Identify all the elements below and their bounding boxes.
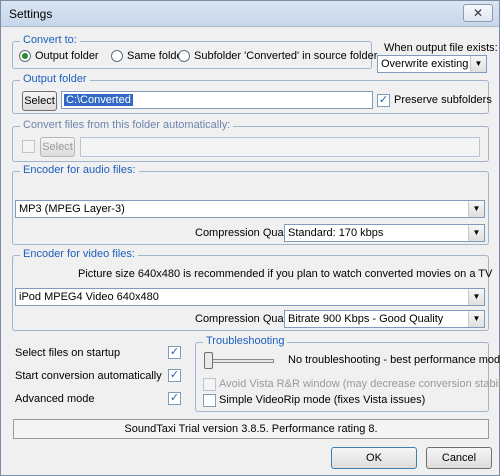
advanced-mode-label[interactable]: Advanced mode [15,393,95,405]
select-on-startup-checkbox[interactable]: ✓ [168,346,181,359]
video-size-hint: Picture size 640x480 is recommended if y… [78,268,493,280]
convert-to-group: Convert to: Output folder Same folder Su… [12,34,377,69]
ok-button[interactable]: OK [331,447,417,469]
video-encoder-group: Encoder for video files: Picture size 64… [12,248,493,331]
troubleshooting-level-text: No troubleshooting - best performance mo… [288,354,500,366]
subfolder-converted-label[interactable]: Subfolder 'Converted' in source folder [194,50,377,62]
video-quality-dropdown[interactable]: Bitrate 900 Kbps - Good Quality ▼ [284,310,485,328]
advanced-mode-checkbox[interactable]: ✓ [168,392,181,405]
select-on-startup-label[interactable]: Select files on startup [15,347,120,359]
output-folder-path-text: C:\Converted [64,94,133,106]
output-folder-legend: Output folder [20,73,90,85]
close-icon: ✕ [472,6,484,20]
audio-quality-dropdown[interactable]: Standard: 170 kbps ▼ [284,224,485,242]
video-quality-label: Compression Quality [195,313,298,325]
audio-encoder-group: Encoder for audio files: MP3 (MPEG Layer… [12,164,489,245]
subfolder-converted-radio[interactable] [178,50,190,62]
auto-convert-path-input[interactable] [80,137,480,157]
audio-encoder-dropdown[interactable]: MP3 (MPEG Layer-3) ▼ [15,200,485,218]
troubleshooting-legend: Troubleshooting [203,335,288,347]
output-folder-group: Output folder Select C:\Converted ✓ Pres… [12,73,492,114]
output-exists-dropdown[interactable]: Overwrite existing file ▼ [377,55,487,73]
preserve-subfolders-label[interactable]: Preserve subfolders [394,94,492,106]
cancel-button[interactable]: Cancel [426,447,492,469]
convert-to-legend: Convert to: [20,34,80,46]
settings-window: Settings ✕ Convert to: Output folder Sam… [0,0,500,476]
troubleshooting-group: Troubleshooting No troubleshooting - bes… [195,335,500,412]
avoid-vista-label[interactable]: Avoid Vista R&R window (may decrease con… [219,378,500,390]
video-encoder-dropdown[interactable]: iPod MPEG4 Video 640x480 ▼ [15,288,485,306]
start-auto-checkbox[interactable]: ✓ [168,369,181,382]
audio-encoder-value: MP3 (MPEG Layer-3) [19,203,125,215]
video-encoder-value: iPod MPEG4 Video 640x480 [19,291,159,303]
troubleshooting-slider-track[interactable] [204,359,274,363]
video-encoder-legend: Encoder for video files: [20,248,138,260]
status-bar: SoundTaxi Trial version 3.8.5. Performan… [13,419,489,439]
chevron-down-icon[interactable]: ▼ [468,289,484,305]
auto-convert-legend: Convert files from this folder automatic… [20,119,234,131]
preserve-subfolders-checkbox[interactable]: ✓ [377,94,390,107]
auto-convert-select-button[interactable]: Select [40,137,75,157]
troubleshooting-slider-thumb[interactable] [204,352,213,369]
output-exists-label: When output file exists: [384,42,498,54]
audio-quality-label: Compression Quality [195,227,298,239]
avoid-vista-checkbox[interactable] [203,378,216,391]
simple-videorip-checkbox[interactable] [203,394,216,407]
title-bar: Settings ✕ [1,1,499,27]
audio-quality-value: Standard: 170 kbps [288,227,384,239]
output-folder-radio[interactable] [19,50,31,62]
auto-convert-group: Convert files from this folder automatic… [12,119,489,162]
output-folder-select-button[interactable]: Select [22,91,57,111]
auto-convert-checkbox[interactable] [22,140,35,153]
chevron-down-icon[interactable]: ▼ [468,311,484,327]
audio-encoder-legend: Encoder for audio files: [20,164,139,176]
same-folder-radio[interactable] [111,50,123,62]
close-button[interactable]: ✕ [463,4,493,22]
video-quality-value: Bitrate 900 Kbps - Good Quality [288,313,444,325]
simple-videorip-label[interactable]: Simple VideoRip mode (fixes Vista issues… [219,394,425,406]
output-folder-label[interactable]: Output folder [35,50,99,62]
start-auto-label[interactable]: Start conversion automatically [15,370,162,382]
output-folder-path-input[interactable]: C:\Converted [61,91,373,109]
chevron-down-icon[interactable]: ▼ [468,201,484,217]
window-title: Settings [9,7,53,21]
chevron-down-icon[interactable]: ▼ [470,56,486,72]
chevron-down-icon[interactable]: ▼ [468,225,484,241]
